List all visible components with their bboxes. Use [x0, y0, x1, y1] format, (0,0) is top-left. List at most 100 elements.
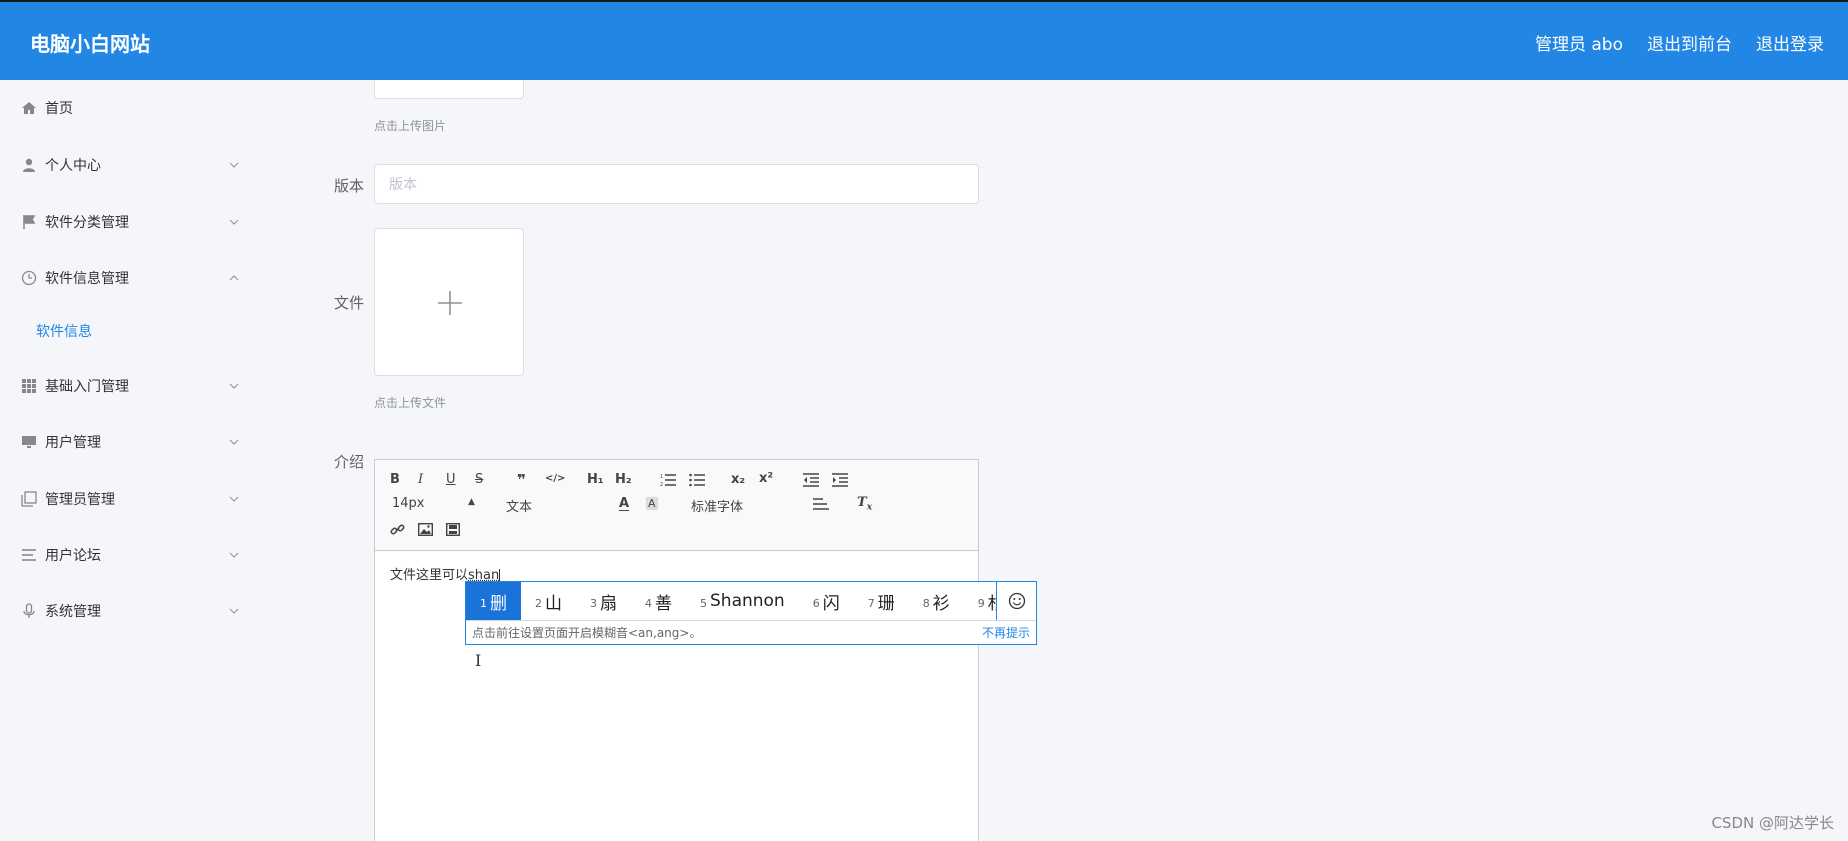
candidate-text: 闪 [823, 589, 840, 614]
candidate-text: 善 [655, 589, 672, 614]
flag-icon [21, 214, 37, 230]
ime-candidate-window: 1删 2山 3扇 4善 5Shannon 6闪 7珊 8衫 9杉 点击前往设置页… [465, 581, 1037, 645]
bg-color-button[interactable]: A [646, 497, 658, 510]
sidebar-item-software[interactable]: 软件信息管理 [0, 258, 256, 298]
ime-candidate[interactable]: 9杉 [964, 582, 996, 620]
version-input[interactable]: 版本 [374, 164, 979, 204]
rich-text-editor: B I U S ❞ </> H₁ H₂ 12 x₂ x² 14px ▲ 文本 A… [374, 459, 979, 841]
candidate-text: Shannon [710, 591, 785, 611]
ime-candidate[interactable]: 4善 [631, 582, 686, 620]
underline-button[interactable]: U [446, 472, 456, 487]
ibeam-cursor-icon: I [475, 651, 481, 670]
blockquote-button[interactable]: ❞ [517, 471, 526, 489]
ime-candidate[interactable]: 7珊 [854, 582, 909, 620]
h2-button[interactable]: H₂ [615, 472, 632, 487]
sidebar-item-label: 系统管理 [45, 601, 101, 621]
candidate-number: 4 [645, 597, 652, 610]
font-family-select[interactable]: 标准字体 [691, 496, 786, 512]
sidebar-item-system[interactable]: 系统管理 [0, 591, 256, 631]
ime-candidate-list: 1删 2山 3扇 4善 5Shannon 6闪 7珊 8衫 9杉 [466, 582, 996, 620]
link-icon[interactable] [390, 522, 405, 537]
header-actions: 管理员 abo 退出到前台 退出登录 [1535, 30, 1824, 55]
candidate-text: 杉 [988, 589, 996, 614]
ime-tip-text: 点击前往设置页面开启模糊音<an,ang>。 [472, 624, 701, 641]
candidate-number: 1 [480, 597, 487, 610]
sidebar-item-label: 用户管理 [45, 432, 101, 452]
font-color-button[interactable]: A [619, 496, 629, 511]
align-left-icon[interactable] [813, 498, 829, 511]
image-upload-box[interactable] [374, 80, 524, 99]
sidebar-item-basics[interactable]: 基础入门管理 [0, 366, 256, 406]
copy-icon [21, 491, 37, 507]
code-button[interactable]: </> [545, 473, 565, 484]
video-icon[interactable] [446, 523, 460, 536]
sidebar-subitem-software-info[interactable]: 软件信息 [36, 321, 92, 341]
file-label: 文件 [334, 292, 364, 313]
home-icon [21, 100, 37, 116]
ime-candidate[interactable]: 8衫 [909, 582, 964, 620]
superscript-button[interactable]: x² [759, 471, 773, 486]
candidate-number: 3 [590, 597, 597, 610]
ime-candidate[interactable]: 2山 [521, 582, 576, 620]
sidebar-item-forum[interactable]: 用户论坛 [0, 535, 256, 575]
strike-button[interactable]: S [475, 472, 483, 487]
indent-icon[interactable] [832, 473, 848, 487]
outdent-icon[interactable] [803, 473, 819, 487]
file-upload-box[interactable] [374, 228, 524, 376]
chevron-down-icon [228, 216, 240, 228]
logout-link[interactable]: 退出登录 [1756, 30, 1824, 55]
candidate-text: 删 [490, 589, 507, 614]
svg-text:1: 1 [660, 474, 663, 480]
sidebar: 首页 个人中心 软件分类管理 软件信息管理 软件信息 基础入门管理 用户管理 管… [0, 80, 256, 841]
sidebar-item-personal[interactable]: 个人中心 [0, 145, 256, 185]
sidebar-item-label: 基础入门管理 [45, 376, 129, 396]
sidebar-item-category[interactable]: 软件分类管理 [0, 202, 256, 242]
sidebar-item-label: 首页 [45, 98, 73, 118]
ime-emoji-button[interactable] [996, 582, 1036, 620]
top-header: 电脑小白网站 管理员 abo 退出到前台 退出登录 [0, 0, 1848, 80]
chevron-down-icon [228, 493, 240, 505]
italic-button[interactable]: I [418, 472, 423, 487]
sidebar-item-admins[interactable]: 管理员管理 [0, 479, 256, 519]
candidate-number: 5 [700, 597, 707, 610]
block-type-value: 文本 [506, 500, 532, 515]
candidate-text: 扇 [600, 589, 617, 614]
candidate-number: 6 [813, 597, 820, 610]
sidebar-item-label: 个人中心 [45, 155, 101, 175]
font-size-select[interactable]: 14px ▲ [392, 496, 477, 512]
grid-icon [21, 378, 37, 394]
bullet-list-icon[interactable] [689, 473, 705, 487]
candidate-number: 2 [535, 597, 542, 610]
image-icon[interactable] [418, 523, 433, 536]
h1-button[interactable]: H₁ [587, 472, 604, 487]
admin-user-label[interactable]: 管理员 abo [1535, 30, 1623, 55]
select-arrows-icon: ▲ [468, 497, 475, 507]
exit-to-front-link[interactable]: 退出到前台 [1647, 30, 1732, 55]
clear-format-button[interactable]: Tx [857, 495, 872, 513]
sidebar-item-users[interactable]: 用户管理 [0, 422, 256, 462]
bold-button[interactable]: B [390, 472, 400, 487]
ordered-list-icon[interactable]: 12 [660, 473, 676, 487]
font-family-value: 标准字体 [691, 500, 743, 515]
ime-candidate[interactable]: 1删 [466, 582, 521, 620]
sidebar-item-home[interactable]: 首页 [0, 88, 256, 128]
monitor-icon [21, 434, 37, 450]
block-type-select[interactable]: 文本 [506, 496, 591, 512]
font-size-value: 14px [392, 496, 425, 511]
chevron-down-icon [228, 605, 240, 617]
file-upload-hint: 点击上传文件 [374, 394, 446, 411]
ime-candidate[interactable]: 6闪 [799, 582, 854, 620]
ime-candidate[interactable]: 5 Shannon [686, 582, 799, 620]
candidate-number: 8 [923, 597, 930, 610]
plus-icon [437, 290, 463, 316]
chevron-down-icon [228, 159, 240, 171]
mic-icon [21, 603, 37, 619]
clock-icon [21, 270, 37, 286]
subscript-button[interactable]: x₂ [731, 472, 745, 487]
intro-label: 介绍 [334, 451, 364, 472]
ime-candidate[interactable]: 3扇 [576, 582, 631, 620]
watermark: CSDN @阿达学长 [1711, 812, 1834, 833]
chevron-down-icon [228, 436, 240, 448]
ime-dismiss-tip-link[interactable]: 不再提示 [982, 624, 1030, 641]
ime-tip-bar[interactable]: 点击前往设置页面开启模糊音<an,ang>。 不再提示 [466, 620, 1036, 644]
